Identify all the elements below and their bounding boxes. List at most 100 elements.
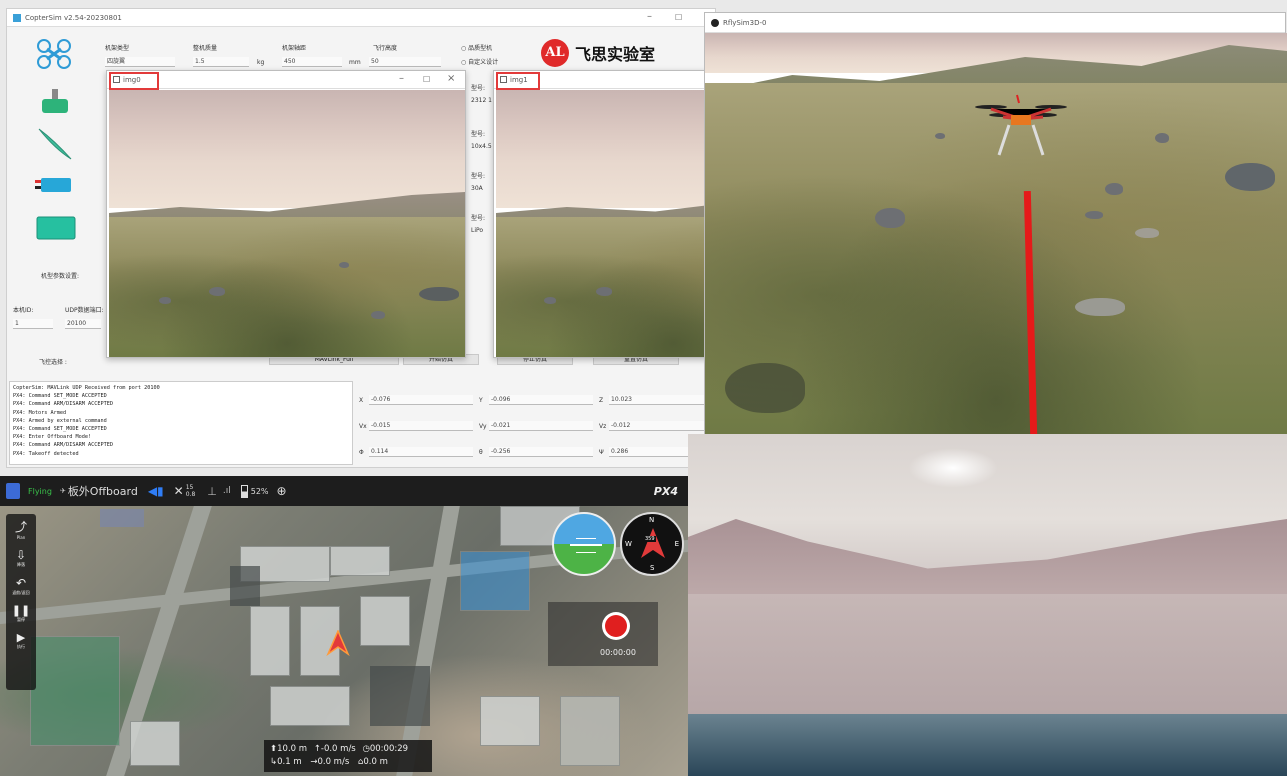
flight-status[interactable]: Flying: [28, 487, 52, 496]
map-building: [100, 509, 144, 527]
mode-icon: ✈: [59, 487, 66, 495]
telemetry-panel: ⬆10.0 m ↑-0.0 m/s ◷00:00:29 ↳0.1 m →0.0 …: [264, 740, 432, 772]
close-button[interactable]: ×: [447, 73, 455, 84]
compass-n: N: [649, 516, 655, 524]
gps-icon[interactable]: ✕: [174, 484, 184, 498]
map-building: [330, 546, 390, 576]
pitch-label: θ: [479, 449, 483, 456]
battery-icon[interactable]: [35, 215, 77, 241]
desert-scene: [688, 434, 1287, 776]
wheelbase-field[interactable]: 450: [282, 57, 342, 67]
option-custom[interactable]: ○ 自定义设计: [461, 57, 498, 66]
battery-model-label: 型号:: [471, 215, 486, 222]
rtk-icon[interactable]: ⊕: [277, 484, 287, 498]
compass-w: W: [625, 540, 632, 548]
vz-value: -0.012: [609, 421, 709, 431]
map-building: [480, 696, 540, 746]
sun-glow: [908, 448, 998, 488]
rflysim3d-window[interactable]: RflySim3D-0: [704, 12, 1287, 436]
state-panel: X -0.076 Y -0.096 Z 10.023 Vx -0.015 Vy …: [359, 393, 709, 469]
vehicle-marker-icon[interactable]: [326, 629, 350, 657]
log-line: PX4: Armed by external command: [13, 417, 107, 424]
log-line: PX4: Takeoff detected: [13, 450, 79, 457]
map-building: [230, 566, 260, 606]
img0-window[interactable]: img0 – ☐ ×: [106, 70, 466, 358]
motor-icon[interactable]: [40, 89, 70, 117]
option-custom-label: 自定义设计: [468, 59, 499, 66]
roll-value: 0.114: [369, 447, 473, 457]
plan-button[interactable]: ⤴ Plan: [15, 518, 27, 540]
mass-unit: kg: [257, 59, 265, 66]
drone-model: [973, 93, 1069, 159]
rock: [419, 287, 459, 301]
rock: [159, 297, 171, 304]
rock: [875, 208, 905, 228]
rflysim-titlebar: RflySim3D-0: [705, 13, 1285, 33]
prop-model-label: 型号:: [471, 131, 486, 138]
img1-title-highlight: [496, 72, 540, 90]
udp-port-field[interactable]: 20100: [65, 319, 101, 329]
qgc-logo-icon[interactable]: [6, 483, 20, 499]
option-quality[interactable]: ○ 品质型机: [461, 43, 492, 52]
qgc-side-toolbar: ⤴ Plan ⇩ 降落 ↶ 返航/返回 ❚❚ 暂停 ▶ 执行: [6, 514, 36, 690]
log-line: CopterSim: MAVLink UDP Received from por…: [13, 385, 160, 391]
home-distance-value: 0.0 m: [363, 757, 388, 767]
quadcopter-icon[interactable]: [37, 39, 77, 69]
land-button[interactable]: ⇩ 降落: [16, 548, 26, 568]
yaw-label: Ψ: [599, 449, 604, 456]
x-label: X: [359, 397, 364, 404]
esc-icon[interactable]: [35, 175, 75, 195]
pause-button[interactable]: ❚❚ 暂停: [12, 604, 30, 623]
coptersim-titlebar: CopterSim v2.54-20230801 – ☐: [7, 9, 715, 27]
desert-sand: [688, 594, 1287, 714]
map-building: [360, 596, 410, 646]
pause-icon: ❚❚: [11, 604, 31, 617]
img0-title-highlight: [109, 72, 159, 90]
flight-time-value: 00:00:29: [369, 744, 409, 754]
y-label: Y: [479, 397, 483, 404]
minimize-button[interactable]: –: [647, 11, 652, 22]
land-label: 降落: [17, 562, 25, 567]
propeller-icon[interactable]: [37, 127, 73, 161]
x-value: -0.076: [369, 395, 473, 405]
motor-model-label: 型号:: [471, 85, 486, 92]
vy-label: Vy: [479, 423, 487, 430]
rflysim-app-icon: [711, 18, 719, 27]
map-building: [270, 686, 350, 726]
rock: [1075, 298, 1125, 316]
sim-id-field[interactable]: 1: [13, 319, 53, 329]
mass-field[interactable]: 1.5: [193, 57, 249, 67]
z-label: Z: [599, 397, 604, 404]
maximize-button[interactable]: ☐: [675, 13, 682, 22]
frame-type-select[interactable]: 四旋翼: [105, 57, 175, 67]
rock: [935, 133, 945, 139]
battery-status-icon[interactable]: [240, 484, 248, 498]
qgc-window: Flying ✈ 板外Offboard ◀▮ ✕ 15 0.8 ⊥ .ıl 52…: [0, 476, 688, 776]
height-field[interactable]: 50: [369, 57, 441, 67]
minimize-button[interactable]: –: [399, 73, 404, 84]
z-value: 10.023: [609, 395, 709, 405]
land-icon: ⇩: [15, 548, 27, 562]
sim-id-label: 本机ID:: [13, 307, 34, 314]
log-console[interactable]: CopterSim: MAVLink UDP Received from por…: [9, 381, 353, 465]
rock: [596, 287, 612, 296]
flight-mode[interactable]: 板外Offboard: [68, 483, 138, 499]
horizon-line: [570, 544, 602, 546]
pause-label: 暂停: [17, 617, 25, 622]
log-line: PX4: Command ARM/DISARM ACCEPTED: [13, 401, 113, 408]
rtl-button[interactable]: ↶ 返航/返回: [12, 576, 29, 596]
maximize-button[interactable]: ☐: [423, 75, 430, 84]
execute-label: 执行: [17, 644, 25, 649]
execute-button[interactable]: ▶ 执行: [17, 631, 25, 650]
signal-icon: .ıl: [222, 486, 231, 496]
esc-model-label: 型号:: [471, 173, 486, 180]
map-building: [370, 666, 430, 726]
gps-sat-count: 15: [185, 484, 194, 491]
megaphone-icon[interactable]: ◀▮: [148, 484, 164, 498]
img0-titlebar: img0 – ☐ ×: [107, 71, 465, 89]
play-icon: ▶: [16, 631, 26, 644]
record-button[interactable]: [602, 612, 630, 640]
rc-icon[interactable]: ⊥: [207, 485, 217, 498]
motor-model-value: 2312 1: [471, 97, 492, 104]
logo-text: 飞思实验室: [575, 45, 656, 64]
